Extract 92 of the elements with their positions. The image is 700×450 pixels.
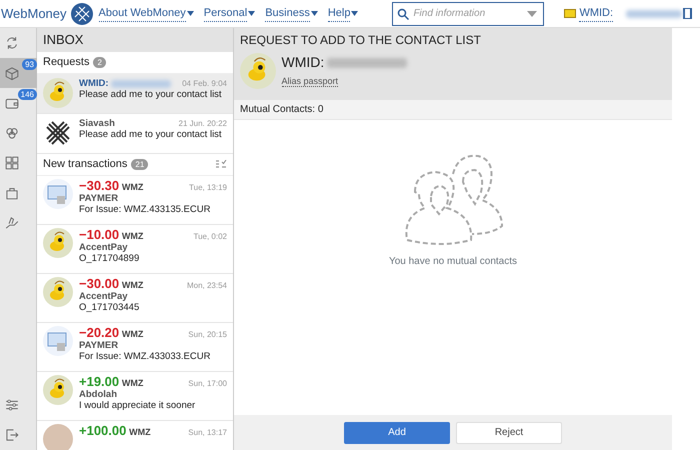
count-badge: 2: [93, 57, 106, 68]
caret-icon: [186, 11, 194, 16]
caret-icon: [351, 11, 358, 16]
sender-name: Abdolah: [79, 390, 118, 401]
transaction-item[interactable]: −30.30 WMZ Tue, 13:19 PAYMER For Issue: WMZ.433135.ECUR: [37, 176, 233, 225]
menu-link[interactable]: Help: [328, 4, 350, 22]
logout-icon: [4, 427, 20, 443]
transaction-detail: I would appreciate it sooner: [79, 400, 196, 412]
redacted-text: [626, 10, 682, 18]
sender-name: WMID:: [79, 78, 109, 90]
sender-name: AccentPay: [79, 292, 129, 303]
message-text: Please add me to your contact list: [79, 129, 223, 141]
currency: WMZ: [122, 182, 144, 192]
wmid-label: WMID:: [282, 53, 324, 72]
grid-icon: [4, 155, 20, 171]
timestamp: Sun, 13:17: [188, 428, 227, 438]
count-badge: 21: [131, 159, 148, 170]
add-button[interactable]: Add: [344, 422, 450, 444]
timestamp: 21 Jun. 20:22: [178, 118, 227, 128]
section-label: New transactions: [43, 157, 128, 172]
transaction-detail: For Issue: WMZ.433135.ECUR: [79, 204, 212, 216]
dropdown-caret-icon: [527, 10, 538, 16]
timestamp: Tue, 13:19: [189, 183, 227, 192]
count-badge: 93: [22, 59, 37, 70]
request-item[interactable]: Siavash 21 Jun. 20:22 Please add me to your contact list: [37, 114, 233, 154]
settings-icon: [4, 397, 20, 413]
people-outline-icon: [403, 152, 503, 248]
rail-tab[interactable]: 146: [0, 88, 37, 118]
amount: −10.00: [79, 228, 120, 243]
passport-link[interactable]: Alias passport: [282, 76, 338, 87]
photo-placeholder: [43, 424, 73, 450]
bee-avatar-icon: [43, 228, 73, 258]
timestamp: Sun, 17:00: [188, 379, 227, 388]
bee-avatar-icon: [43, 375, 73, 405]
rail-tab[interactable]: 93: [0, 58, 37, 88]
transaction-item[interactable]: −30.00 WMZ Mon, 23:54 AccentPay O_171703445: [37, 274, 233, 323]
id-card-icon: [564, 9, 576, 18]
card-avatar-icon: [43, 179, 73, 209]
request-item[interactable]: WMID: 04 Feb. 9:04 Please add me to your contact list: [37, 74, 233, 114]
timestamp: Mon, 23:54: [186, 281, 227, 290]
bee-avatar-icon: [43, 78, 73, 108]
menu-link[interactable]: About WebMoney: [98, 4, 186, 22]
transaction-detail: For Issue: WMZ.433033.ECUR: [79, 352, 212, 363]
search-icon: [397, 8, 410, 20]
people-icon: [4, 125, 20, 141]
transaction-detail: O_171704899: [79, 254, 140, 265]
sender-name: PAYMER: [79, 194, 120, 205]
refresh-icon: [4, 35, 20, 51]
currency: WMZ: [122, 280, 144, 290]
reject-button[interactable]: Reject: [456, 422, 562, 444]
bag-icon: [4, 185, 20, 201]
amount: −20.20: [79, 326, 120, 341]
amount: +19.00: [79, 375, 120, 390]
checklist-icon[interactable]: [216, 160, 227, 169]
search-field[interactable]: Find information: [392, 2, 544, 26]
currency: WMZ: [122, 231, 144, 242]
amount: −30.30: [79, 179, 120, 194]
mutual-contacts-label: Mutual Contacts: 0: [234, 100, 672, 120]
sender-name: Siavash: [79, 118, 115, 130]
timestamp: Tue, 0:02: [193, 232, 227, 242]
menu-link[interactable]: Business: [265, 4, 310, 22]
box-icon: [4, 65, 20, 81]
panel-title: INBOX: [37, 28, 233, 52]
panel-title: REQUEST TO ADD TO THE CONTACT LIST: [240, 32, 482, 49]
caret-icon: [310, 11, 318, 16]
menu-link[interactable]: Personal: [204, 4, 248, 22]
bee-avatar-icon: [43, 277, 73, 307]
exit-door-icon[interactable]: [682, 7, 694, 20]
bee-avatar-icon: [240, 52, 276, 89]
caret-icon: [248, 11, 256, 16]
empty-state-text: You have no mutual contacts: [388, 254, 518, 268]
section-label: Requests: [43, 55, 90, 70]
transaction-item[interactable]: +19.00 WMZ Sun, 17:00 Abdolah I would appreciate it sooner: [37, 372, 233, 421]
message-text: Please add me to your contact list: [79, 89, 223, 101]
sender-name: AccentPay: [79, 242, 129, 254]
count-badge: 146: [18, 89, 37, 100]
transaction-item[interactable]: −10.00 WMZ Tue, 0:02 AccentPay O_171704899: [37, 225, 233, 274]
amount: −30.00: [79, 277, 120, 292]
timestamp: Sun, 20:15: [188, 330, 227, 340]
transaction-item[interactable]: −20.20 WMZ Sun, 20:15 PAYMER For Issue: WMZ.433033.ECUR: [37, 323, 233, 372]
sender-name: PAYMER: [79, 340, 120, 352]
account-link[interactable]: WMID:: [579, 4, 614, 22]
currency: WMZ: [122, 329, 144, 340]
logo-text: WebMoney: [1, 4, 67, 23]
transaction-item[interactable]: +100.00 WMZ Sun, 13:17: [37, 421, 233, 450]
transaction-detail: O_171703445: [79, 302, 140, 314]
amount: +100.00: [79, 424, 126, 439]
card-avatar-icon: [43, 326, 73, 356]
timestamp: 04 Feb. 9:04: [182, 78, 227, 88]
currency: WMZ: [129, 427, 151, 438]
globe-logo-icon: [70, 2, 93, 24]
currency: WMZ: [122, 378, 144, 388]
